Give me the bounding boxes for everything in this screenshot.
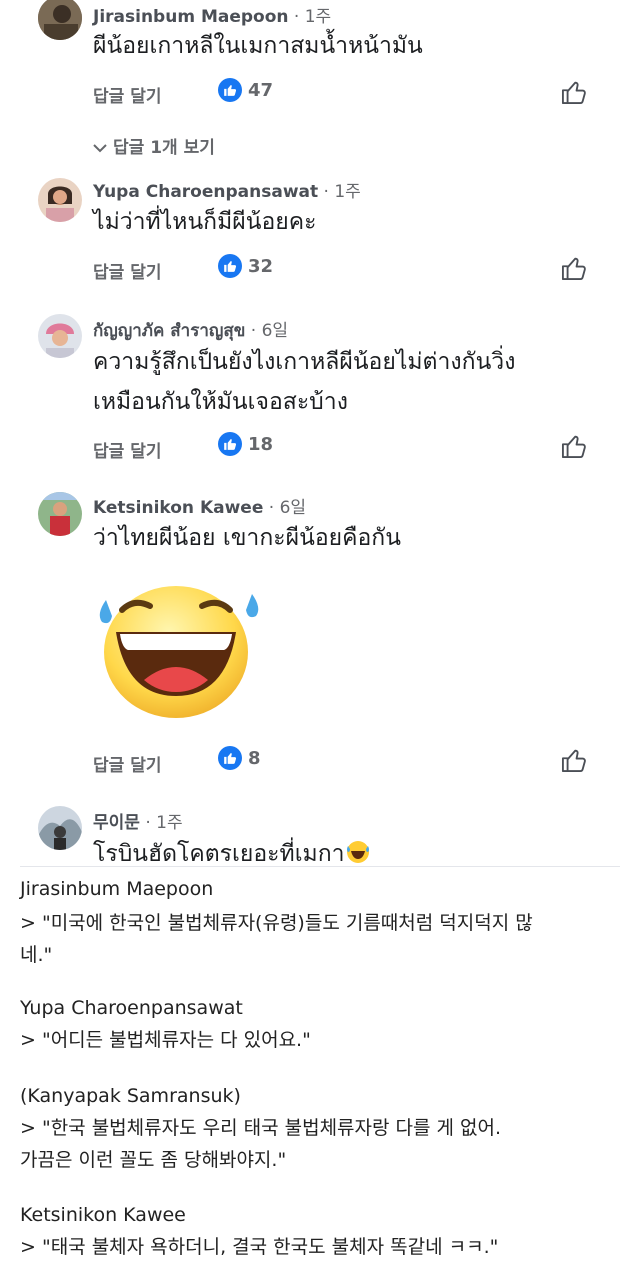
- avatar[interactable]: [38, 806, 82, 850]
- reply-button[interactable]: 답글 달기: [93, 258, 161, 283]
- avatar[interactable]: [38, 178, 82, 222]
- translation-text: > "어디든 불법체류자는 다 있어요.": [20, 1029, 311, 1051]
- comment-author[interactable]: Yupa Charoenpansawat · 1주: [93, 177, 361, 202]
- like-count[interactable]: 8: [218, 746, 261, 770]
- comment-author[interactable]: 무이문 · 1주: [93, 808, 183, 833]
- reply-button[interactable]: 답글 달기: [93, 82, 161, 107]
- translation-author: Yupa Charoenpansawat: [20, 997, 243, 1019]
- translation-author: Jirasinbum Maepoon: [20, 878, 214, 900]
- like-count[interactable]: 18: [218, 432, 273, 456]
- translation-text: > "한국 불법체류자도 우리 태국 불법체류자랑 다를 게 없어.: [20, 1117, 502, 1139]
- translation-author: Ketsinikon Kawee: [20, 1204, 186, 1226]
- laughing-tears-emoji: [92, 580, 272, 720]
- like-count[interactable]: 47: [218, 78, 273, 102]
- thumbs-up-outline-icon[interactable]: [560, 746, 588, 774]
- avatar[interactable]: [38, 492, 82, 536]
- comment-text: ไม่ว่าที่ไหนก็มีผีน้อยคะ: [93, 209, 317, 235]
- thumbs-up-icon: [218, 432, 242, 456]
- avatar[interactable]: [38, 0, 82, 40]
- reply-button[interactable]: 답글 달기: [93, 437, 161, 462]
- thumbs-up-outline-icon[interactable]: [560, 254, 588, 282]
- reply-button[interactable]: 답글 달기: [93, 751, 161, 776]
- comment-text: ผีน้อยเกาหลีในเมกาสมน้ำหน้ามัน: [93, 33, 423, 59]
- like-count[interactable]: 32: [218, 254, 273, 278]
- comment-text: ว่าไทยผีน้อย เขากะผีน้อยคือกัน: [93, 525, 401, 551]
- translation-text: > "태국 불체자 욕하더니, 결국 한국도 불체자 똑같네 ㅋㅋ.": [20, 1236, 499, 1258]
- thumbs-up-icon: [218, 254, 242, 278]
- comment-author[interactable]: กัญญาภัค สำราญสุข · 6일: [93, 316, 288, 344]
- avatar[interactable]: [38, 314, 82, 358]
- translation-author: (Kanyapak Samransuk): [20, 1085, 241, 1107]
- divider: [20, 866, 620, 867]
- comment-text: ความรู้สึกเป็นยังไงเกาหลีผีน้อยไม่ต่างกั…: [93, 349, 516, 375]
- translation-text: 네.": [20, 944, 53, 966]
- chevron-down-icon: [93, 138, 107, 158]
- translation-text: 가끔은 이런 꼴도 좀 당해봐야지.": [20, 1149, 287, 1171]
- comment-author[interactable]: Jirasinbum Maepoon · 1주: [93, 2, 331, 27]
- thumbs-up-icon: [218, 78, 242, 102]
- thumbs-up-outline-icon[interactable]: [560, 432, 588, 460]
- comment-text: เหมือนกันให้มันเจอสะบ้าง: [93, 389, 348, 415]
- thumbs-up-icon: [218, 746, 242, 770]
- comment-author[interactable]: Ketsinikon Kawee · 6일: [93, 493, 306, 518]
- thumbs-up-outline-icon[interactable]: [560, 78, 588, 106]
- view-replies-button[interactable]: 답글 1개 보기: [93, 133, 215, 158]
- translation-text: > "미국에 한국인 불법체류자(유령)들도 기름때처럼 덕지덕지 많: [20, 912, 533, 934]
